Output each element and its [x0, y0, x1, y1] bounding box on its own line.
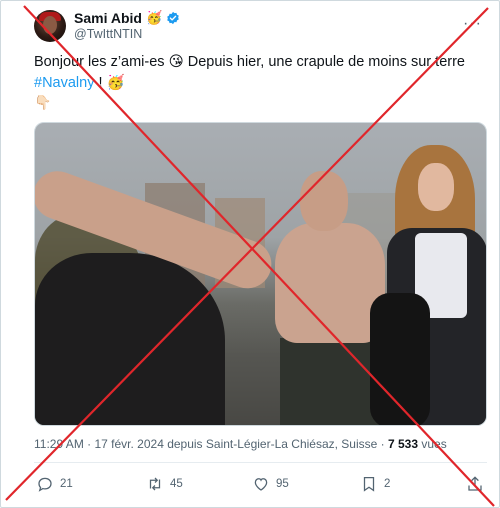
photo-woman-face: [418, 163, 454, 211]
repost-icon: [149, 477, 161, 491]
bookmark-button[interactable]: 2: [360, 475, 390, 493]
pointing-down-emoji: 👇🏻: [34, 94, 52, 110]
name-row: Sami Abid 🥳: [74, 10, 180, 26]
verified-badge-icon: [167, 11, 179, 25]
tweet-text-tail: ! 🥳: [94, 75, 125, 91]
timestamp-location[interactable]: 11:29 AM · 17 févr. 2024 depuis Saint-Lé…: [34, 437, 388, 451]
views-label: vues: [418, 437, 447, 451]
display-name[interactable]: Sami Abid: [74, 10, 142, 26]
photo-man-head: [300, 171, 348, 231]
bookmark-icon: [363, 476, 375, 492]
tweet-card[interactable]: Sami Abid 🥳 @TwIttNTIN ··· Bonjour les z…: [0, 0, 500, 508]
tweet-text-main: Bonjour les z’ami-es 😘 Depuis hier, une …: [34, 54, 465, 70]
like-count: 95: [276, 478, 289, 490]
photo-man-torso: [275, 223, 385, 343]
divider: [34, 462, 487, 463]
views-count: 7 533: [387, 437, 419, 451]
author-handle[interactable]: @TwIttNTIN: [74, 27, 142, 41]
hashtag-link[interactable]: #Navalny: [34, 75, 94, 91]
photo-crowd: [35, 253, 225, 425]
reply-count: 21: [60, 478, 73, 490]
bookmark-count: 2: [384, 478, 391, 490]
share-button[interactable]: [466, 475, 484, 493]
repost-button[interactable]: 45: [146, 475, 183, 493]
photo-man-pants: [280, 338, 380, 425]
heart-icon: [254, 478, 268, 491]
repost-count: 45: [170, 478, 183, 490]
tweet-meta: 11:29 AM · 17 févr. 2024 depuis Saint-Lé…: [34, 437, 447, 451]
tweet-text: Bonjour les z’ami-es 😘 Depuis hier, une …: [34, 52, 474, 94]
tweet-photo[interactable]: [34, 122, 487, 426]
reply-icon: [38, 477, 52, 492]
tweet-header: Sami Abid 🥳 @TwIttNTIN ···: [34, 10, 484, 42]
share-icon: [468, 476, 482, 491]
avatar-face: [43, 16, 57, 34]
photo-held-jacket: [370, 293, 430, 425]
action-bar: 21 45 95 2: [34, 473, 489, 497]
name-emoji: 🥳: [145, 10, 163, 25]
avatar[interactable]: [34, 10, 66, 42]
like-button[interactable]: 95: [252, 475, 289, 493]
reply-button[interactable]: 21: [36, 475, 73, 493]
more-icon[interactable]: ···: [463, 15, 482, 33]
